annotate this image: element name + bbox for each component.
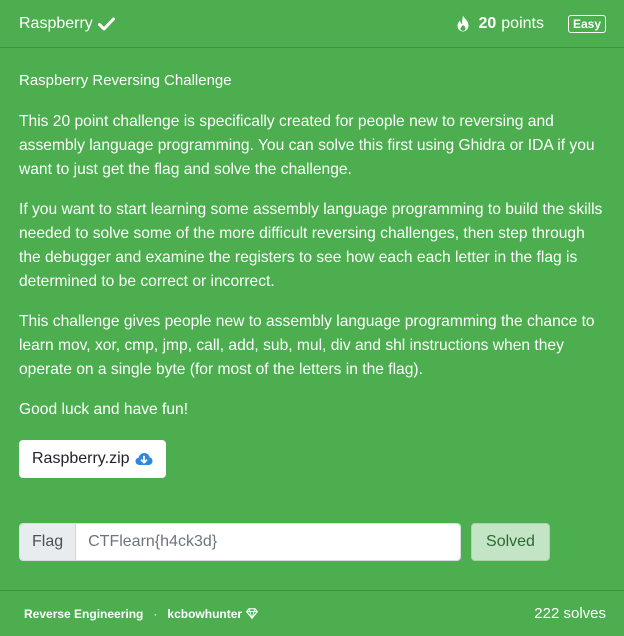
challenge-body: Raspberry Reversing Challenge This 20 po… [0, 48, 624, 478]
author-link[interactable]: kcbowhunter [167, 607, 242, 621]
points-area: 20 points Easy [456, 14, 606, 33]
description-paragraph: This 20 point challenge is specifically … [19, 113, 595, 178]
flag-submit-row: Flag CTFlearn{h4ck3d} Solved [19, 523, 550, 561]
points-value: 20 [478, 14, 497, 32]
solved-button[interactable]: Solved [471, 523, 550, 561]
solves-count: 222 solves [534, 605, 606, 622]
flag-input[interactable]: CTFlearn{h4ck3d} [76, 524, 460, 560]
download-file-button[interactable]: Raspberry.zip [19, 440, 166, 478]
description-paragraph: Good luck and have fun! [19, 401, 189, 418]
category-link[interactable]: Reverse Engineering [24, 607, 143, 621]
flag-input-group: Flag CTFlearn{h4ck3d} [19, 523, 461, 561]
challenge-footer: Reverse Engineering · kcbowhunter 222 so… [0, 590, 624, 636]
check-icon [97, 17, 115, 30]
challenge-title-text: Raspberry [19, 14, 93, 32]
footer-separator: · [153, 606, 158, 621]
diamond-icon [246, 608, 258, 619]
description-paragraph: This challenge gives people new to assem… [19, 313, 595, 378]
challenge-title: Raspberry [19, 15, 115, 33]
points-label: points [501, 14, 544, 32]
download-file-label: Raspberry.zip [32, 450, 130, 467]
description-paragraph: If you want to start learning some assem… [19, 201, 603, 290]
flag-label: Flag [20, 524, 77, 560]
difficulty-badge: Easy [567, 14, 606, 33]
challenge-header: Raspberry 20 points Easy [0, 0, 624, 48]
cloud-download-icon [135, 453, 153, 465]
challenge-card: Raspberry 20 points Easy Raspberry Rever… [0, 0, 624, 636]
flame-icon [457, 15, 469, 32]
challenge-subtitle: Raspberry Reversing Challenge [19, 72, 232, 89]
